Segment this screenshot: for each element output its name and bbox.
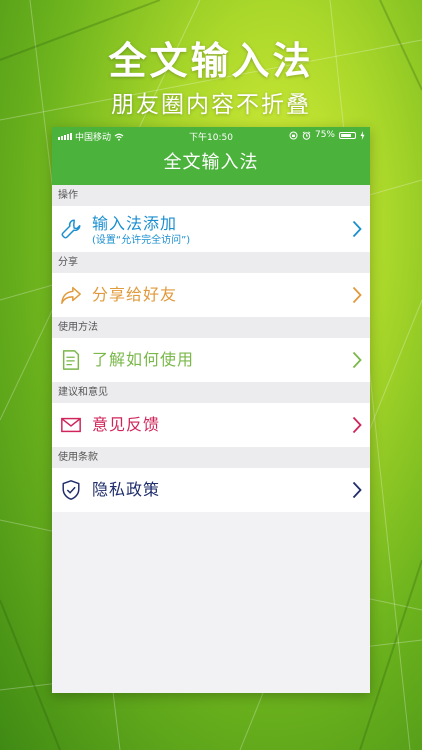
section-header-feedback: 建议和意见 xyxy=(52,382,370,403)
phone-screen: 中国移动 下午10:50 75% 全文输入法 操作 输入法添加 (设置“允许完全… xyxy=(52,127,370,693)
alarm-icon xyxy=(302,130,311,140)
row-feedback-texts: 意见反馈 xyxy=(92,415,160,435)
row-share-friends[interactable]: 分享给好友 xyxy=(52,273,370,317)
row-learn-label: 了解如何使用 xyxy=(92,350,195,369)
row-learn-usage[interactable]: 了解如何使用 xyxy=(52,338,370,382)
row-keyboard-add-label: 输入法添加 xyxy=(92,214,178,233)
empty-area xyxy=(52,512,370,693)
chevron-right-icon xyxy=(352,351,362,369)
row-share-label: 分享给好友 xyxy=(92,285,178,304)
row-privacy-policy[interactable]: 隐私政策 xyxy=(52,468,370,512)
battery-label: 75% xyxy=(314,130,335,140)
share-icon xyxy=(61,286,81,304)
nav-header: 中国移动 下午10:50 75% 全文输入法 xyxy=(52,127,370,185)
section-header-operation: 操作 xyxy=(52,185,370,206)
row-privacy-label: 隐私政策 xyxy=(92,480,161,499)
chevron-right-icon xyxy=(352,286,362,304)
nav-title: 全文输入法 xyxy=(163,152,259,173)
chevron-right-icon xyxy=(352,481,362,499)
document-icon xyxy=(62,350,80,370)
promo-subtitle: 朋友圈内容不折叠 xyxy=(111,92,311,118)
section-header-usage: 使用方法 xyxy=(52,317,370,338)
chevron-right-icon xyxy=(352,416,362,434)
row-keyboard-add[interactable]: 输入法添加 (设置“允许完全访问”) xyxy=(52,206,370,252)
section-header-share: 分享 xyxy=(52,252,370,273)
row-feedback-label: 意见反馈 xyxy=(92,415,161,434)
lock-rotation-icon xyxy=(289,131,298,139)
charging-icon xyxy=(360,130,365,140)
wrench-icon xyxy=(61,219,81,239)
status-right: 75% xyxy=(289,130,365,140)
status-bar: 中国移动 下午10:50 75% xyxy=(52,127,370,144)
battery-icon xyxy=(339,131,356,139)
row-keyboard-add-sublabel: (设置“允许完全访问”) xyxy=(92,235,191,246)
promo-title: 全文输入法 xyxy=(108,39,314,83)
row-feedback[interactable]: 意见反馈 xyxy=(52,403,370,447)
row-share-texts: 分享给好友 xyxy=(92,285,177,305)
chevron-right-icon xyxy=(352,220,362,238)
section-header-terms: 使用条款 xyxy=(52,447,370,468)
envelope-icon xyxy=(61,417,81,433)
row-keyboard-add-texts: 输入法添加 (设置“允许完全访问”) xyxy=(92,214,190,247)
row-learn-texts: 了解如何使用 xyxy=(92,350,194,370)
shield-icon xyxy=(62,480,80,500)
row-privacy-texts: 隐私政策 xyxy=(92,480,160,500)
promo-banner: 全文输入法 朋友圈内容不折叠 xyxy=(0,38,422,122)
